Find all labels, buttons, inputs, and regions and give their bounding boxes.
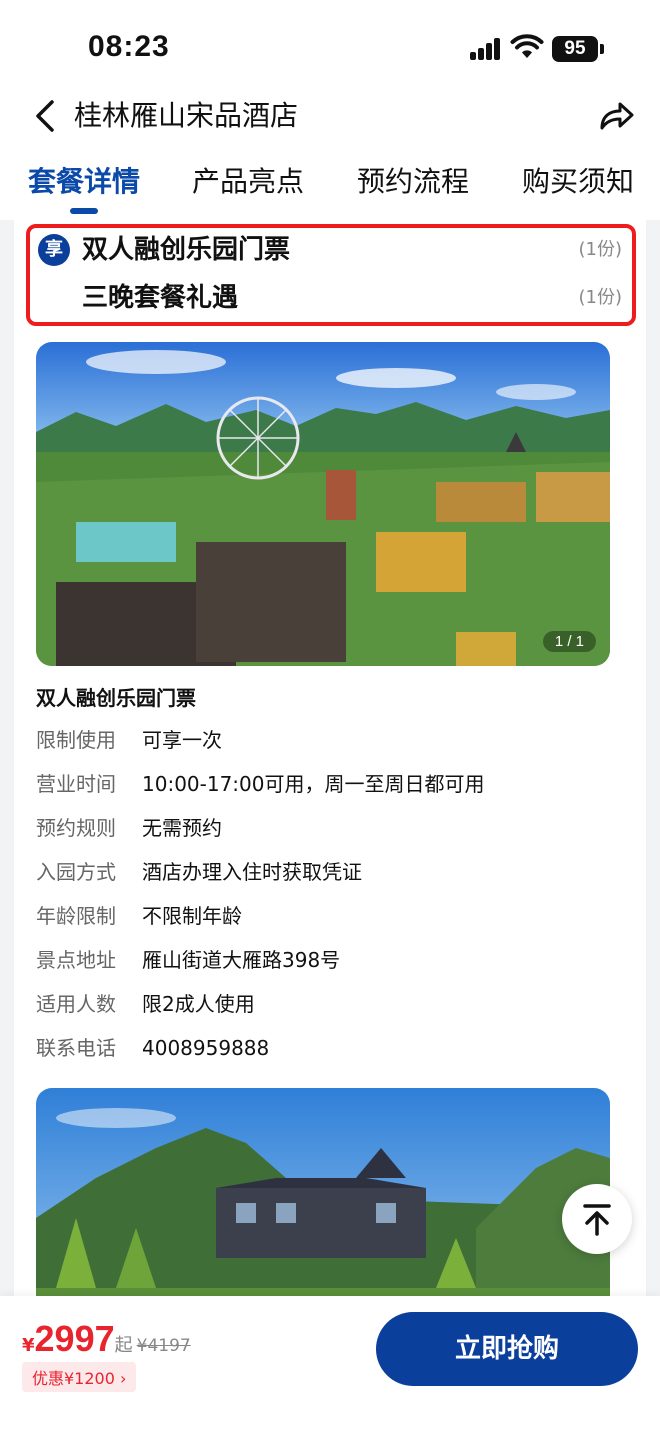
benefit-item-name: 三晚套餐礼遇	[82, 283, 239, 313]
info-value: 限2成人使用	[142, 992, 255, 1016]
back-to-top-button[interactable]	[562, 1184, 632, 1254]
price-suffix: 起	[114, 1335, 133, 1356]
info-row: 营业时间 10:00-17:00可用，周一至周日都可用	[36, 770, 485, 798]
info-row: 入园方式 酒店办理入住时获取凭证	[36, 858, 362, 886]
info-row: 限制使用 可享一次	[36, 726, 222, 754]
info-value: 不限制年龄	[142, 904, 242, 928]
info-row: 年龄限制 不限制年龄	[36, 902, 242, 930]
info-value: 可享一次	[142, 728, 222, 752]
tab-active-indicator	[70, 208, 98, 214]
info-row: 预约规则 无需预约	[36, 814, 222, 842]
arrow-up-icon	[583, 1204, 611, 1236]
back-arrow-icon[interactable]	[30, 96, 60, 136]
bottom-purchase-bar: ¥2997起 ¥4197 优惠¥1200 › 立即抢购	[0, 1296, 660, 1434]
tab-bar: 套餐详情 产品亮点 预约流程 购买须知	[0, 156, 660, 220]
battery-icon: 95	[552, 36, 598, 62]
cellular-signal-icon	[470, 38, 502, 60]
info-label: 入园方式	[36, 860, 116, 884]
hotel-photo[interactable]	[36, 1088, 610, 1300]
tab-booking-process[interactable]: 预约流程	[357, 162, 469, 202]
price-value: 2997	[34, 1318, 115, 1359]
original-price: ¥4197	[136, 1336, 191, 1356]
page-title: 桂林雁山宋品酒店	[74, 99, 299, 132]
battery-tip	[600, 44, 604, 54]
info-label: 适用人数	[36, 992, 116, 1016]
tab-highlights[interactable]: 产品亮点	[192, 162, 304, 202]
info-row: 适用人数 限2成人使用	[36, 990, 255, 1018]
park-photo[interactable]: 1 / 1	[36, 342, 610, 666]
price-currency: ¥	[22, 1335, 35, 1356]
share-icon[interactable]	[596, 96, 636, 136]
tab-purchase-notes[interactable]: 购买须知	[522, 162, 634, 202]
status-time: 08:23	[88, 30, 170, 63]
photo-counter: 1 / 1	[542, 631, 596, 652]
discount-badge[interactable]: 优惠¥1200 ›	[22, 1362, 137, 1392]
info-value: 酒店办理入住时获取凭证	[142, 860, 362, 884]
info-value: 10:00-17:00可用，周一至周日都可用	[142, 772, 485, 796]
info-label: 年龄限制	[36, 904, 116, 928]
info-value: 雁山街道大雁路398号	[142, 948, 341, 972]
benefit-item-qty: (1份)	[578, 287, 623, 308]
benefits-box: 享 双人融创乐园门票 (1份) 三晚套餐礼遇 (1份)	[26, 224, 636, 326]
benefit-item-qty: (1份)	[578, 239, 623, 260]
tab-package-details[interactable]: 套餐详情	[28, 162, 140, 202]
package-card: 享 双人融创乐园门票 (1份) 三晚套餐礼遇 (1份) 1 / 1 双人融创乐园…	[14, 220, 646, 1300]
nav-header: 桂林雁山宋品酒店	[0, 86, 660, 146]
price-area: ¥2997起 ¥4197	[22, 1318, 191, 1360]
wifi-icon	[510, 34, 544, 58]
info-label: 预约规则	[36, 816, 116, 840]
buy-now-button[interactable]: 立即抢购	[376, 1312, 638, 1386]
info-label: 限制使用	[36, 728, 116, 752]
status-bar: 08:23 95	[0, 0, 660, 96]
info-row: 联系电话 4008959888	[36, 1034, 269, 1062]
ticket-title: 双人融创乐园门票	[36, 686, 196, 710]
info-label: 营业时间	[36, 772, 116, 796]
info-value: 无需预约	[142, 816, 222, 840]
info-label: 景点地址	[36, 948, 116, 972]
benefit-badge: 享	[38, 234, 70, 266]
content-area[interactable]: 享 双人融创乐园门票 (1份) 三晚套餐礼遇 (1份) 1 / 1 双人融创乐园…	[0, 220, 660, 1300]
info-value: 4008959888	[142, 1036, 270, 1060]
info-row: 景点地址 雁山街道大雁路398号	[36, 946, 340, 974]
benefit-item-name: 双人融创乐园门票	[82, 235, 291, 265]
info-label: 联系电话	[36, 1036, 116, 1060]
